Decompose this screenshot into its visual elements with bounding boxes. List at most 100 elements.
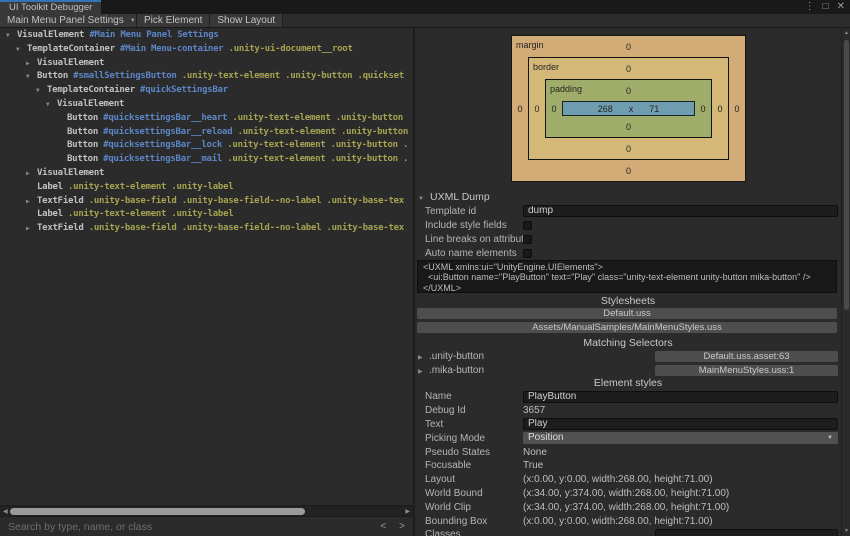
template-id-input[interactable]: dump: [523, 205, 838, 217]
style-value: (x:34.00, y:374.00, width:268.00, height…: [523, 501, 730, 513]
window-menu-icon[interactable]: ⋮: [805, 0, 815, 14]
style-value: True: [523, 460, 544, 472]
uxml-field-row: Template id dump: [415, 204, 838, 218]
window-tab[interactable]: UI Toolkit Debugger: [0, 0, 102, 14]
element-classes-label: .unity-text-element .unity-button: [227, 112, 403, 123]
stylesheet-button[interactable]: Assets/ManualSamples/MainMenuStyles.uss: [417, 322, 837, 333]
horizontal-scrollbar[interactable]: ◀ ▶: [0, 505, 413, 517]
element-classes-label: .unity-text-element .unity-button: [232, 126, 409, 137]
element-type-label: VisualElement: [37, 57, 105, 68]
tree-row[interactable]: Button #quicksettingsBar__mail .unity-te…: [0, 153, 413, 167]
chevron-down-icon: ▼: [129, 17, 136, 24]
border-left-value: 0: [534, 103, 540, 114]
tree-row[interactable]: ▼ VisualElement: [0, 98, 413, 112]
uxml-code-line: </UXML>: [423, 282, 462, 293]
stylesheets-header: Stylesheets: [600, 295, 656, 307]
checkbox[interactable]: [523, 248, 532, 258]
element-type-label: VisualElement: [17, 30, 85, 40]
tree-row[interactable]: Button #quicksettingsBar__heart .unity-t…: [0, 112, 413, 126]
tree-row[interactable]: ▼ TemplateContainer #quickSettingsBar: [0, 84, 413, 98]
scrollbar-thumb[interactable]: [844, 40, 849, 310]
vertical-scrollbar[interactable]: ▲ ▼: [841, 28, 850, 536]
uxml-dump-foldout[interactable]: ▼ UXML Dump: [418, 191, 490, 203]
window-title: UI Toolkit Debugger: [9, 2, 93, 13]
uxml-code-box[interactable]: <UXML xmlns:ui="UnityEngine.UIElements">…: [417, 260, 837, 293]
tree-row[interactable]: ▼ Button #smallSettingsButton .unity-text…: [0, 70, 413, 84]
foldout-open-icon[interactable]: ▼: [46, 98, 57, 112]
element-style-row: Classes: [415, 528, 838, 536]
style-value: None: [523, 446, 547, 458]
selector-source-button[interactable]: Default.uss.asset:63: [655, 351, 838, 362]
tree-row[interactable]: Label .unity-text-element .unity-label: [0, 181, 413, 195]
selector-name: .unity-button: [429, 351, 485, 362]
tree-row[interactable]: Label .unity-text-element .unity-label: [0, 208, 413, 222]
margin-bottom-value: 0: [625, 165, 631, 176]
checkbox[interactable]: [523, 220, 532, 230]
foldout-closed-icon[interactable]: ▶: [418, 368, 423, 375]
show-layout-button[interactable]: Show Layout: [210, 14, 284, 27]
matching-selector-row: ▶ .unity-button Default.uss.asset:63: [415, 350, 841, 364]
tree-row[interactable]: ▼ TemplateContainer #Main Menu-container …: [0, 43, 413, 57]
style-label: Classes: [425, 529, 461, 536]
text-input[interactable]: Play: [523, 418, 838, 431]
foldout-open-icon[interactable]: ▼: [36, 84, 47, 98]
pick-element-button[interactable]: Pick Element: [137, 14, 211, 27]
search-prev-button[interactable]: <: [380, 521, 386, 532]
tree-row[interactable]: ▶ VisualElement: [0, 167, 413, 181]
uxml-field-row: Line breaks on attributes: [415, 232, 838, 246]
element-style-row: Name PlayButton: [415, 390, 838, 404]
checkbox[interactable]: [523, 234, 532, 244]
panel-picker-dropdown[interactable]: Main Menu Panel Settings ▼: [0, 14, 137, 27]
tree-row[interactable]: Button #quicksettingsBar__lock .unity-te…: [0, 139, 413, 153]
selector-source-button[interactable]: MainMenuStyles.uss:1: [655, 365, 838, 376]
element-style-row: Focusable True: [415, 459, 838, 473]
scroll-up-icon[interactable]: ▲: [842, 30, 850, 36]
close-icon[interactable]: ✕: [837, 0, 845, 14]
scroll-down-icon[interactable]: ▼: [842, 528, 850, 534]
tree-row[interactable]: Button #quicksettingsBar__reload .unity-…: [0, 126, 413, 140]
content-box: 268 x 71: [562, 101, 695, 116]
foldout-closed-icon[interactable]: ▶: [418, 354, 423, 361]
tree-row[interactable]: ▶ TextField .unity-base-field .unity-base…: [0, 195, 413, 209]
element-name-label: #Main Menu-container: [114, 43, 224, 54]
border-bottom-value: 0: [625, 143, 631, 154]
style-value: (x:34.00, y:374.00, width:268.00, height…: [523, 487, 730, 499]
padding-label: padding: [550, 84, 583, 94]
foldout-open-icon[interactable]: ▼: [6, 29, 17, 43]
element-type-label: Button: [67, 154, 99, 165]
maximize-icon[interactable]: □: [823, 0, 829, 14]
selector-name: .mika-button: [429, 365, 485, 376]
content-height-value: 71: [649, 103, 660, 114]
stylesheet-button[interactable]: Default.uss: [417, 308, 837, 319]
foldout-open-icon[interactable]: ▼: [418, 196, 430, 202]
uxml-code-line: <UXML xmlns:ui="UnityEngine.UIElements">: [423, 262, 603, 272]
scrollbar-thumb[interactable]: [10, 508, 305, 515]
search-input[interactable]: [0, 517, 375, 536]
element-classes-label: .unity-base-field .unity-base-field--no-…: [83, 195, 405, 206]
tree-row[interactable]: ▶ VisualElement: [0, 57, 413, 71]
border-right-value: 0: [717, 103, 723, 114]
foldout-closed-icon[interactable]: ▶: [26, 195, 37, 209]
content-width-value: 268: [597, 103, 613, 114]
foldout-closed-icon[interactable]: ▶: [26, 167, 37, 181]
foldout-open-icon[interactable]: ▼: [26, 70, 37, 84]
tree-row[interactable]: ▼ VisualElement #Main Menu Panel Settings: [0, 29, 413, 43]
picking-mode-dropdown[interactable]: Position ▼: [523, 432, 838, 445]
foldout-closed-icon[interactable]: ▶: [26, 57, 37, 71]
element-type-label: Button: [67, 126, 99, 137]
foldout-closed-icon[interactable]: ▶: [26, 222, 37, 236]
element-style-row: Text Play: [415, 418, 838, 432]
hierarchy-panel: ▼ VisualElement #Main Menu Panel Settings…: [0, 28, 413, 536]
classes-input[interactable]: [655, 528, 838, 536]
text-input[interactable]: PlayButton: [523, 390, 838, 403]
tree-row[interactable]: ▶ TextField .unity-base-field .unity-base…: [0, 222, 413, 236]
uxml-dump-title: UXML Dump: [430, 191, 490, 203]
uxml-field-row: Include style fields: [415, 218, 838, 232]
search-next-button[interactable]: >: [399, 521, 405, 532]
element-style-row: Layout (x:0.00, y:0.00, width:268.00, hei…: [415, 473, 838, 487]
element-styles-list: Name PlayButton Debug Id 3657 Text Play Pickin…: [415, 390, 838, 536]
field-label: Auto name elements: [425, 247, 517, 259]
element-type-label: TemplateContainer: [27, 43, 115, 54]
foldout-open-icon[interactable]: ▼: [16, 43, 27, 57]
margin-right-value: 0: [734, 103, 740, 114]
